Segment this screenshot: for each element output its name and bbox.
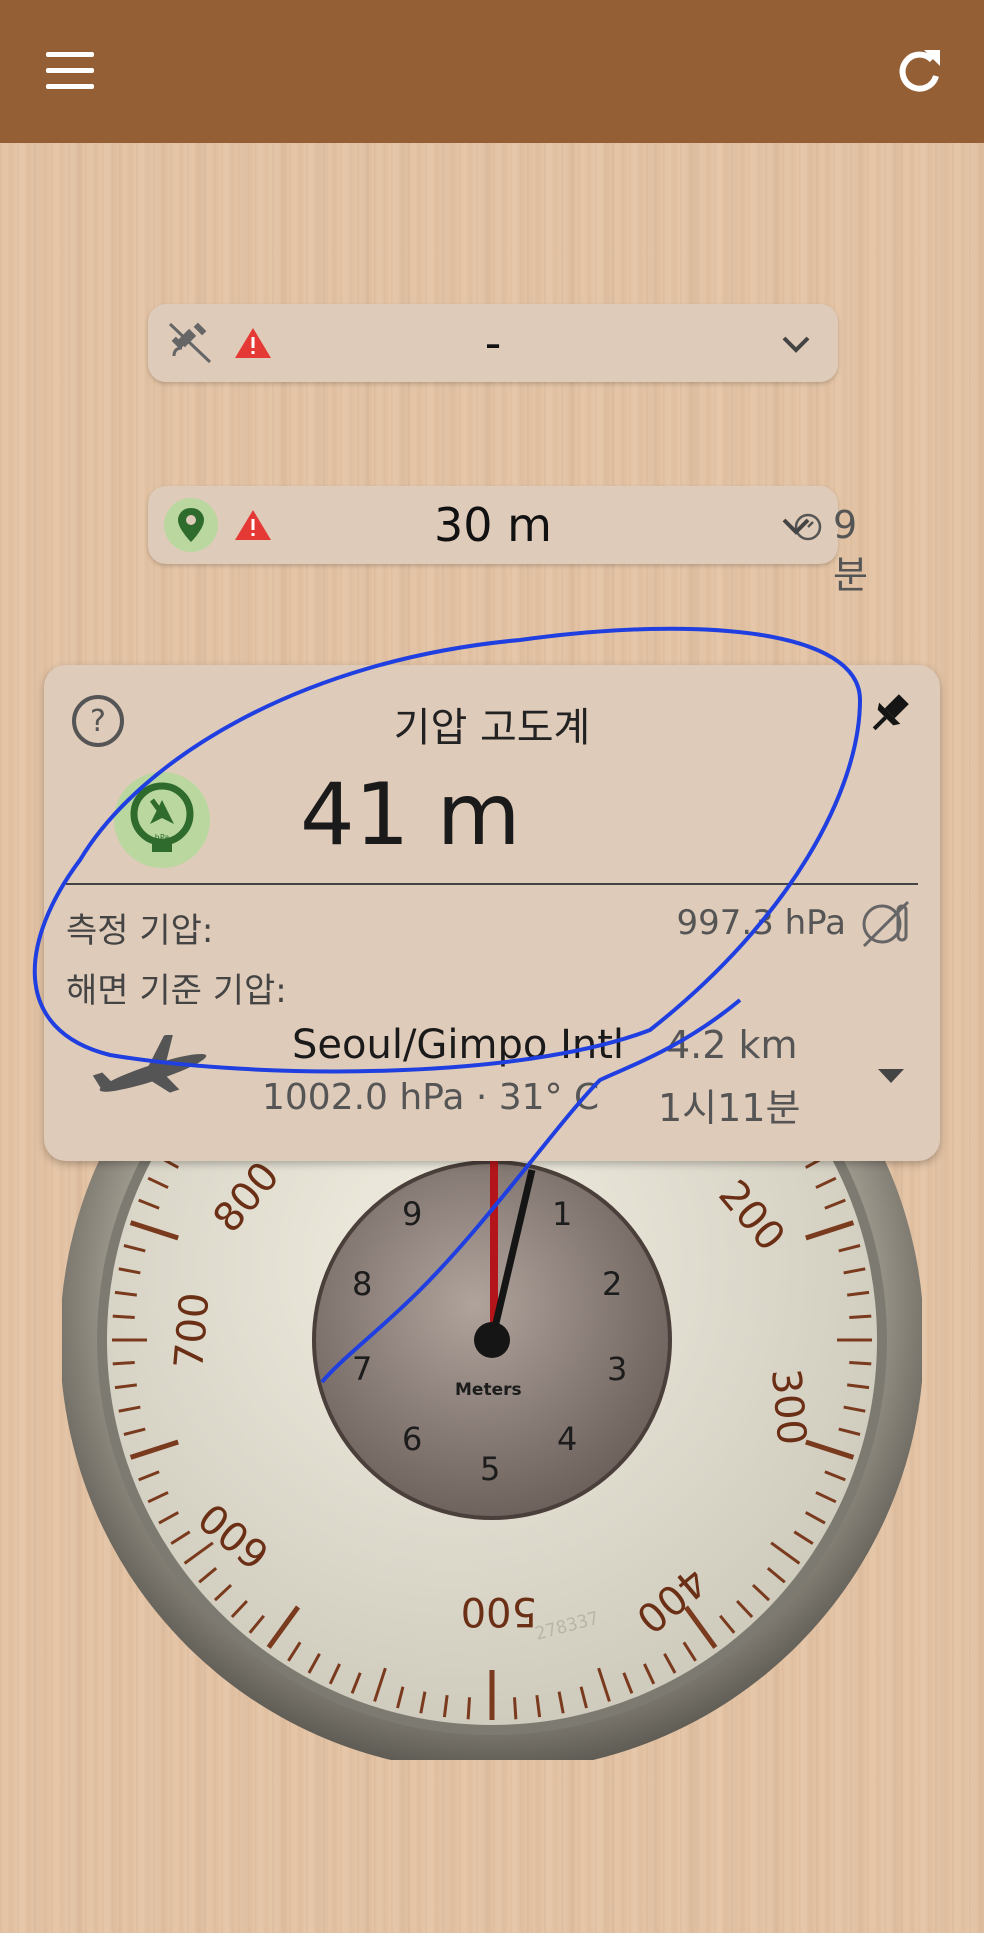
dial-tick [466,1697,472,1720]
inner-caption: Meters [455,1380,522,1400]
divider [66,883,918,885]
inner-label-9: 9 [402,1195,422,1233]
inner-label-5: 5 [480,1450,500,1488]
dial-tick [112,1360,135,1366]
dial-label-300: 300 [762,1367,814,1447]
top-app-bar [0,0,984,143]
location-age: 9분 [833,503,868,597]
hamburger-menu-icon[interactable] [46,52,96,92]
station-age: 1시11분 [658,1086,801,1130]
card-title: 기압 고도계 [393,705,591,751]
barometer-hpa-icon: hPa [114,772,210,868]
gps-altitude-pill[interactable]: - [148,304,838,382]
location-altitude-pill[interactable]: 30 m 9분 [148,486,868,597]
dial-tick [849,1314,872,1320]
measured-pressure-label: 측정 기압: [66,911,214,951]
sensor-off-icon[interactable] [860,898,912,950]
inner-label-7: 7 [352,1350,372,1388]
inner-label-6: 6 [402,1420,422,1458]
altitude-value: 41 m [300,765,521,865]
dial-label-700: 700 [166,1291,218,1371]
airplane-icon [92,1035,207,1093]
dial-tick [112,1314,135,1320]
chevron-down-icon[interactable] [776,324,816,364]
dial-tick [849,1360,872,1366]
measured-pressure-value: 997.3 hPa [676,903,846,943]
chevron-down-icon[interactable] [776,506,816,546]
barometric-altimeter-card: ? 기압 고도계 hPa 41 m 측정 기압: 997.3 hPa 해면 기준… [44,665,940,1161]
dial-tick [512,1697,518,1720]
inner-label-1: 1 [552,1195,572,1233]
inner-label-8: 8 [352,1265,372,1303]
location-altitude-value: 30 m [434,498,552,552]
inner-label-3: 3 [607,1350,627,1388]
inner-label-2: 2 [602,1265,622,1303]
pin-icon[interactable] [864,689,914,739]
dial-label-500: 500 [461,1588,537,1634]
station-detail: 1002.0 hPa · 31° C [262,1077,600,1118]
triangle-down-icon[interactable] [876,1065,906,1085]
refresh-icon[interactable] [894,46,944,96]
barometer-icon-label: hPa [155,833,170,842]
gps-altitude-value: - [484,316,502,370]
station-name[interactable]: Seoul/Gimpo Intl [292,1022,624,1068]
station-distance: 4.2 km [666,1023,798,1067]
inner-label-4: 4 [557,1420,577,1458]
sea-level-pressure-label: 해면 기준 기압: [66,971,287,1011]
